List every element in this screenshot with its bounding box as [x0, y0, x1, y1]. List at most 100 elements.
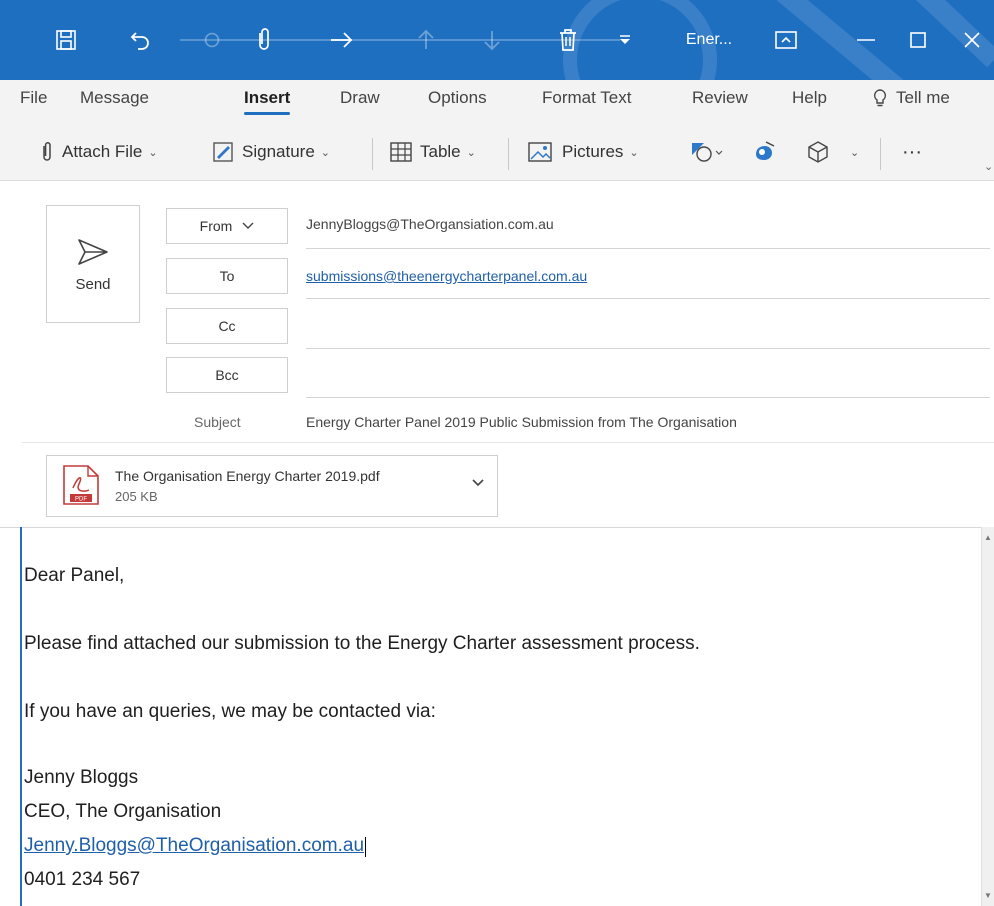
from-label: From	[199, 218, 233, 234]
text-cursor	[365, 836, 367, 857]
icons-button[interactable]	[752, 136, 786, 168]
shapes-icon	[692, 143, 723, 162]
to-field[interactable]: submissions@theenergycharterpanel.com.au	[306, 268, 587, 284]
send-label: Send	[75, 275, 111, 293]
undo-icon[interactable]	[118, 18, 162, 62]
ribbon-toolbar: Attach File ⌄ Signature ⌄ Table ⌄ Pictures ⌄…	[0, 126, 994, 181]
window-title-text: Ener...	[685, 31, 733, 48]
editor-focus-bar	[20, 527, 22, 906]
chevron-down-icon: ⌄	[850, 146, 860, 159]
ribbon-tabs: File Message Insert Draw Options Format …	[0, 80, 994, 126]
to-button[interactable]: To	[166, 258, 288, 294]
tab-insert[interactable]: Insert	[244, 88, 291, 115]
tab-file[interactable]: File	[20, 88, 47, 108]
minimize-icon[interactable]	[844, 18, 888, 62]
close-icon[interactable]	[950, 18, 994, 62]
cc-button[interactable]: Cc	[166, 308, 288, 344]
tab-options[interactable]: Options	[428, 88, 487, 108]
save-icon[interactable]	[44, 18, 88, 62]
signature-email-wrapper: Jenny.Bloggs@TheOrganisation.com.au	[24, 835, 367, 857]
tab-tell-me[interactable]: Tell me	[872, 88, 950, 108]
greeting-text: Dear Panel,	[24, 565, 125, 586]
subject-label: Subject	[194, 414, 241, 430]
scroll-down-icon[interactable]: ▼	[984, 891, 992, 900]
scroll-up-icon[interactable]: ▲	[984, 533, 992, 542]
ribbon-expand-icon[interactable]: ⌄	[984, 150, 993, 182]
3d-models-button[interactable]	[806, 136, 838, 168]
up-icon[interactable]	[404, 18, 448, 62]
attachment-divider	[22, 442, 994, 443]
send-icon	[78, 238, 108, 265]
pictures-button[interactable]: Pictures ⌄	[528, 136, 639, 168]
table-icon	[390, 142, 412, 162]
toolbar-divider	[880, 138, 881, 170]
signature-label: Signature	[242, 142, 315, 161]
subject-field[interactable]: Energy Charter Panel 2019 Public Submiss…	[306, 414, 737, 430]
body-line-1: Please find attached our submission to t…	[24, 633, 700, 654]
ribbon-display-icon[interactable]	[764, 18, 808, 62]
chevron-down-icon: ⌄	[320, 146, 330, 159]
table-label: Table	[420, 142, 461, 161]
attach-icon[interactable]	[242, 18, 286, 62]
pdf-icon-label: PDF	[75, 497, 87, 503]
signature-phone: 0401 234 567	[24, 869, 141, 890]
from-button[interactable]: From	[166, 208, 288, 244]
delete-icon[interactable]	[546, 18, 590, 62]
tab-message[interactable]: Message	[80, 88, 149, 108]
signature-email-link[interactable]: Jenny.Bloggs@TheOrganisation.com.au	[24, 835, 364, 856]
cc-label: Cc	[218, 318, 236, 334]
message-body[interactable]: Dear Panel, Please find attached our sub…	[24, 527, 980, 906]
to-divider	[306, 298, 990, 299]
signature-button[interactable]: Signature ⌄	[212, 136, 330, 168]
table-button[interactable]: Table ⌄	[390, 136, 476, 168]
tell-me-label: Tell me	[896, 88, 950, 107]
bcc-button[interactable]: Bcc	[166, 357, 288, 393]
paperclip-icon	[43, 142, 51, 161]
chevron-down-icon: ⌄	[466, 146, 476, 159]
body-scrollbar[interactable]: ▲ ▼	[981, 527, 994, 906]
attachment-name: The Organisation Energy Charter 2019.pdf	[115, 468, 380, 484]
down-icon[interactable]	[470, 18, 514, 62]
toolbar-divider	[372, 138, 373, 170]
bcc-divider	[306, 397, 990, 398]
attachment-card[interactable]: PDF The Organisation Energy Charter 2019…	[46, 455, 498, 517]
tab-review[interactable]: Review	[692, 88, 748, 108]
from-field[interactable]: JennyBloggs@TheOrgansiation.com.au	[306, 216, 554, 232]
next-icon[interactable]	[320, 18, 364, 62]
icons-icon	[756, 141, 775, 160]
chevron-down-icon	[242, 222, 254, 229]
pictures-icon	[528, 142, 552, 162]
window-title: Ener...	[676, 18, 742, 62]
signature-name: Jenny Bloggs	[24, 767, 139, 788]
maximize-icon[interactable]	[896, 18, 940, 62]
more-options-button[interactable]: ···	[902, 136, 922, 168]
chevron-down-icon: ⌄	[148, 146, 158, 159]
pictures-label: Pictures	[562, 142, 624, 161]
cube-icon	[808, 141, 828, 163]
more-options-label: ···	[902, 140, 922, 163]
customize-icon[interactable]	[610, 18, 640, 62]
tab-format-text[interactable]: Format Text	[542, 88, 631, 108]
attach-file-label: Attach File	[62, 142, 143, 161]
send-button[interactable]: Send	[46, 205, 140, 323]
cc-divider	[306, 348, 990, 349]
signature-title: CEO, The Organisation	[24, 801, 222, 822]
to-label: To	[219, 268, 235, 284]
pdf-file-icon: PDF	[63, 465, 99, 505]
attachment-size: 205 KB	[115, 489, 158, 504]
tab-help[interactable]: Help	[792, 88, 827, 108]
attach-file-button[interactable]: Attach File ⌄	[40, 136, 158, 168]
3d-models-dropdown[interactable]: ⌄	[850, 136, 859, 168]
chevron-down-icon[interactable]	[471, 478, 485, 488]
title-bar: Ener...	[0, 0, 994, 80]
body-line-2: If you have an queries, we may be contac…	[24, 701, 436, 722]
chevron-down-icon: ⌄	[629, 146, 639, 159]
from-divider	[306, 248, 990, 249]
shapes-button[interactable]	[690, 136, 732, 168]
lightbulb-icon	[873, 89, 887, 107]
redo-icon[interactable]	[190, 18, 234, 62]
toolbar-divider	[508, 138, 509, 170]
signature-icon	[213, 142, 233, 162]
tab-draw[interactable]: Draw	[340, 88, 380, 108]
bcc-label: Bcc	[215, 367, 239, 383]
